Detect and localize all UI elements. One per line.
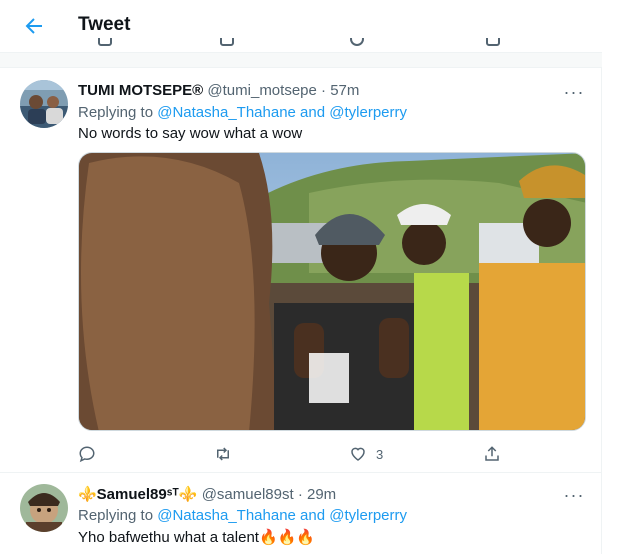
timestamp[interactable]: 57m [330,82,359,99]
share-icon[interactable] [486,38,500,46]
page-header: Tweet [0,0,602,53]
avatar[interactable] [20,484,68,532]
arrow-left-icon[interactable] [22,14,46,38]
more-icon[interactable]: ··· [562,485,586,505]
heart-icon[interactable] [350,38,364,46]
thread-separator [0,52,602,68]
video-frame [79,153,585,430]
replying-prefix: Replying to [78,507,158,524]
tweet-video[interactable] [78,152,586,431]
reply-icon [79,446,95,463]
replying-to: Replying to @Natasha_Thahane and @tylerp… [78,104,407,121]
replying-and[interactable]: and [296,507,329,524]
reply-icon[interactable] [98,38,112,46]
heart-icon [351,447,365,461]
replying-prefix: Replying to [78,104,158,121]
author-name[interactable]: TUMI MOTSEPE® [78,82,203,99]
separator-dot: · [321,82,327,99]
timestamp[interactable]: 29m [307,486,336,503]
author-line: TUMI MOTSEPE® @tumi_motsepe · 57m [78,82,359,99]
like-count: 3 [376,446,384,462]
main-column: Tweet TUMI MOTSEPE® @tumi_motsepe · 57m … [0,0,602,554]
reply-button[interactable] [78,444,96,464]
retweet-button[interactable] [213,444,233,464]
share-button[interactable] [483,444,501,464]
retweet-icon [217,447,229,461]
mention-link[interactable]: @tylerperry [329,507,407,524]
like-button[interactable]: 3 [348,444,383,464]
previous-tweet-actions [0,38,602,52]
avatar-image [20,80,68,128]
mention-link[interactable]: @tylerperry [329,104,407,121]
more-icon[interactable]: ··· [562,82,586,102]
tweet-actions: 3 [78,444,508,464]
replying-to: Replying to @Natasha_Thahane and @tylerp… [78,507,407,524]
author-handle[interactable]: @samuel89st [202,486,294,503]
avatar-image [20,484,68,532]
reply-tweet[interactable]: ⚜️Samuel89ˢᵀ⚜️ @samuel89st · 29m ··· Rep… [0,473,602,554]
replying-and[interactable]: and [296,104,329,121]
share-icon [485,446,499,461]
avatar[interactable] [20,80,68,128]
tweet-text: No words to say wow what a wow [78,125,303,142]
mention-link[interactable]: @Natasha_Thahane [157,507,296,524]
separator-dot: · [297,486,303,503]
reply-tweet[interactable]: TUMI MOTSEPE® @tumi_motsepe · 57m ··· Re… [0,68,602,472]
retweet-icon[interactable] [220,38,234,46]
mention-link[interactable]: @Natasha_Thahane [157,104,296,121]
page-title: Tweet [78,14,131,35]
tweet-text: Yho bafwethu what a talent🔥🔥🔥 [78,529,315,546]
author-handle[interactable]: @tumi_motsepe [207,82,316,99]
author-line: ⚜️Samuel89ˢᵀ⚜️ @samuel89st · 29m [78,485,336,503]
author-name[interactable]: ⚜️Samuel89ˢᵀ⚜️ [78,486,198,503]
